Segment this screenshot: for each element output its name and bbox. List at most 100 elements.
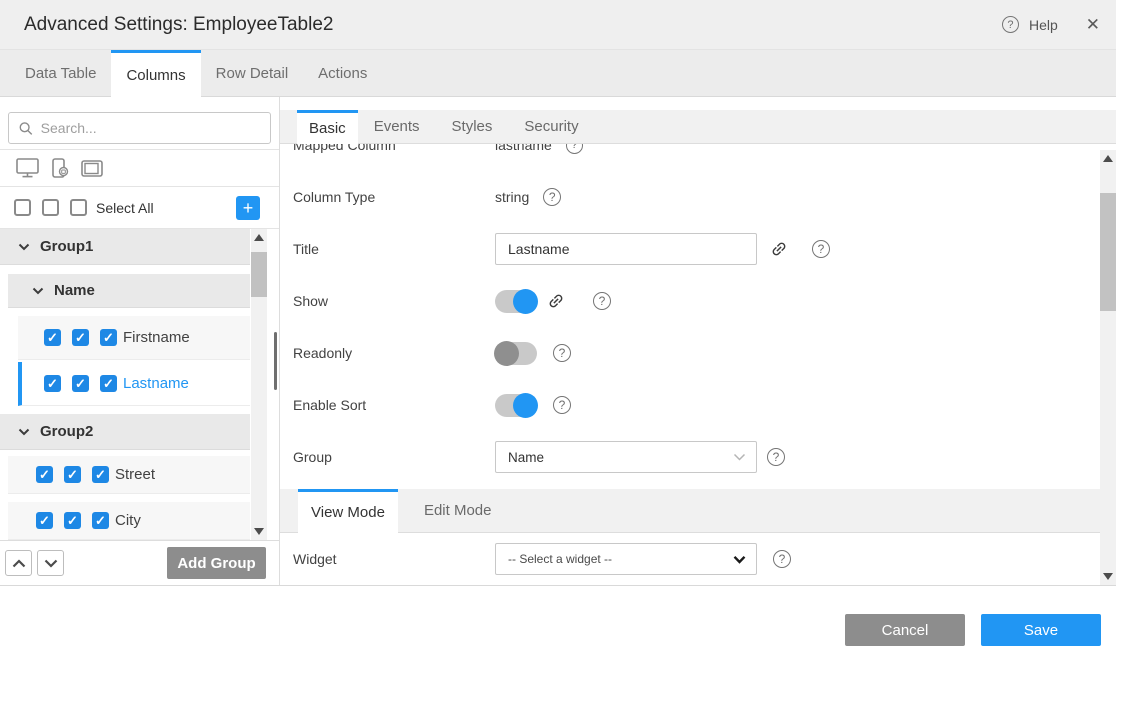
scroll-down-arrow-icon[interactable] (254, 528, 264, 535)
city-checkbox-tablet[interactable] (92, 512, 109, 529)
city-checkbox-mobile[interactable] (64, 512, 81, 529)
list-item-city[interactable]: City (8, 502, 250, 540)
tablet-icon[interactable] (81, 160, 103, 177)
tab-basic[interactable]: Basic (297, 110, 358, 144)
help-icon[interactable]: ? (812, 240, 830, 258)
sidebar-scrollbar[interactable] (251, 229, 267, 540)
help-icon[interactable]: ? (773, 550, 791, 568)
tab-styles[interactable]: Styles (436, 110, 509, 143)
name-subgroup-header[interactable]: Name (8, 274, 250, 308)
scroll-down-arrow-icon[interactable] (1103, 573, 1113, 580)
help-icon[interactable]: ? (553, 396, 571, 414)
chevron-down-icon (32, 287, 44, 295)
column-settings-panel: Basic Events Styles Security Mapped Colu… (280, 97, 1116, 585)
chevron-down-icon (733, 555, 746, 564)
enable-sort-row: Enable Sort ? (280, 379, 1116, 431)
settings-scroll-area[interactable]: Mapped Column lastname ? Column Type str… (280, 144, 1116, 585)
lastname-checkbox-desktop[interactable] (44, 375, 61, 392)
scroll-up-arrow-icon[interactable] (254, 234, 264, 241)
move-down-button[interactable] (37, 550, 64, 576)
help-icon[interactable]: ? (1002, 16, 1019, 33)
mobile-icon[interactable] (51, 158, 69, 179)
tab-data-table[interactable]: Data Table (10, 50, 111, 96)
save-button[interactable]: Save (981, 614, 1101, 646)
city-checkbox-desktop[interactable] (36, 512, 53, 529)
tab-events[interactable]: Events (358, 110, 436, 143)
street-checkbox-mobile[interactable] (64, 466, 81, 483)
help-icon[interactable]: ? (543, 188, 561, 206)
title-input[interactable] (495, 233, 757, 265)
enable-sort-toggle[interactable] (495, 394, 537, 417)
help-icon[interactable]: ? (767, 448, 785, 466)
group-select-value: Name (508, 450, 544, 465)
cancel-button[interactable]: Cancel (845, 614, 965, 646)
group-select[interactable]: Name (495, 441, 757, 473)
firstname-checkbox-desktop[interactable] (44, 329, 61, 346)
close-icon[interactable]: ✕ (1086, 15, 1100, 35)
list-item-lastname-selected[interactable]: Lastname (18, 362, 250, 406)
help-label[interactable]: Help (1029, 17, 1058, 33)
mapped-column-value: lastname (495, 144, 552, 153)
tab-security[interactable]: Security (508, 110, 594, 143)
select-all-checkbox-mobile[interactable] (42, 199, 59, 216)
search-input[interactable] (41, 120, 260, 136)
help-icon[interactable]: ? (553, 344, 571, 362)
lastname-checkbox-tablet[interactable] (100, 375, 117, 392)
header-actions: ? Help ✕ (1002, 15, 1100, 35)
device-toggle-row (0, 150, 279, 187)
firstname-checkbox-tablet[interactable] (100, 329, 117, 346)
chevron-down-icon (18, 243, 30, 251)
tab-edit-mode[interactable]: Edit Mode (398, 489, 518, 532)
tab-row-detail[interactable]: Row Detail (201, 50, 304, 96)
dialog-footer: Cancel Save (0, 585, 1116, 660)
panel-scrollbar-thumb[interactable] (1100, 193, 1116, 311)
list-item-firstname[interactable]: Firstname (18, 316, 250, 360)
columns-sidebar: Select All + Group1 Name Firstname (0, 97, 280, 585)
lastname-checkbox-mobile[interactable] (72, 375, 89, 392)
add-group-button[interactable]: Add Group (167, 547, 266, 579)
dialog-title: Advanced Settings: EmployeeTable2 (24, 14, 333, 36)
sidebar-scrollbar-thumb[interactable] (251, 252, 267, 297)
widget-select[interactable]: -- Select a widget -- (495, 543, 757, 575)
group1-header[interactable]: Group1 (0, 229, 250, 265)
column-type-row: Column Type string ? (280, 171, 1116, 223)
select-all-row: Select All + (0, 187, 279, 229)
search-icon (19, 121, 33, 136)
move-up-button[interactable] (5, 550, 32, 576)
select-all-checkbox-desktop[interactable] (14, 199, 31, 216)
lastname-label: Lastname (123, 375, 189, 392)
group2-header[interactable]: Group2 (0, 414, 250, 450)
street-checkbox-tablet[interactable] (92, 466, 109, 483)
show-label: Show (293, 293, 495, 309)
group-label: Group (293, 449, 495, 465)
title-row: Title ? (280, 223, 1116, 275)
add-column-button[interactable]: + (236, 196, 260, 220)
link-icon[interactable] (547, 292, 565, 310)
desktop-icon[interactable] (16, 158, 39, 178)
readonly-label: Readonly (293, 345, 495, 361)
tab-view-mode[interactable]: View Mode (298, 489, 398, 533)
help-icon[interactable]: ? (566, 144, 583, 154)
show-toggle[interactable] (495, 290, 537, 313)
scroll-up-arrow-icon[interactable] (1103, 155, 1113, 162)
chevron-down-icon (44, 559, 58, 568)
readonly-toggle[interactable] (495, 342, 537, 365)
list-item-street[interactable]: Street (8, 456, 250, 494)
chevron-down-icon (18, 428, 30, 436)
tab-columns[interactable]: Columns (111, 50, 200, 97)
tab-actions[interactable]: Actions (303, 50, 382, 96)
widget-select-value: -- Select a widget -- (508, 552, 612, 566)
mapped-column-row: Mapped Column lastname ? (280, 144, 1116, 171)
panel-scrollbar[interactable] (1100, 150, 1116, 585)
help-icon[interactable]: ? (593, 292, 611, 310)
firstname-checkbox-mobile[interactable] (72, 329, 89, 346)
link-icon[interactable] (770, 240, 788, 258)
sidebar-overlay-scrollbar-thumb[interactable] (274, 332, 277, 390)
group2-label: Group2 (40, 423, 93, 440)
mapped-column-label: Mapped Column (293, 144, 495, 153)
street-checkbox-desktop[interactable] (36, 466, 53, 483)
advanced-settings-dialog: Advanced Settings: EmployeeTable2 ? Help… (0, 0, 1116, 660)
search-box[interactable] (8, 112, 271, 144)
search-section (0, 97, 279, 150)
select-all-checkbox-tablet[interactable] (70, 199, 87, 216)
